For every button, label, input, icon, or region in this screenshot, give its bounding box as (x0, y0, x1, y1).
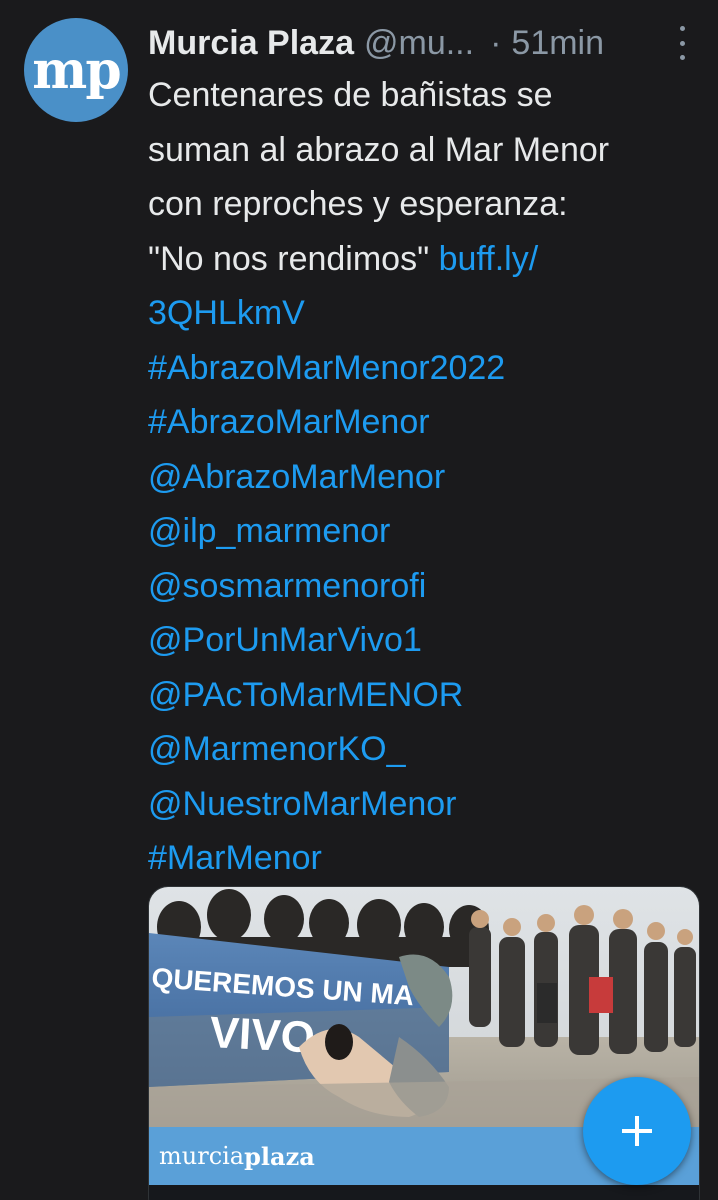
mention-link[interactable]: @PAcToMarMENOR (148, 668, 704, 723)
hashtag-link[interactable]: #AbrazoMarMenor2022 (148, 341, 704, 396)
mention-link[interactable]: @MarmenorKO_ (148, 722, 704, 777)
tweet-header: Murcia Plaza @mu... · 51min (148, 20, 708, 66)
tweet-text-line: suman al abrazo al Mar Menor (148, 130, 610, 169)
mention-link[interactable]: @AbrazoMarMenor (148, 450, 704, 505)
tweet-text-line: Centenares de bañistas se (148, 76, 553, 114)
mention-link[interactable]: @PorUnMarVivo1 (148, 613, 704, 668)
banner-text-bottom: VIVO (208, 1008, 316, 1062)
short-link[interactable]: buff.ly/ (439, 240, 539, 278)
tweet-text: Centenares de bañistas se suman al abraz… (148, 68, 704, 886)
mention-link[interactable]: @ilp_marmenor (148, 504, 704, 559)
tweet[interactable]: mp Murcia Plaza @mu... · 51min Centenare… (0, 0, 718, 1200)
short-link-continued[interactable]: 3QHLkmV (148, 286, 704, 341)
plus-icon (622, 1116, 652, 1146)
quote-text: "No nos rendimos" (148, 239, 430, 278)
separator-dot: · (490, 23, 502, 62)
compose-button[interactable] (583, 1077, 691, 1185)
avatar-logo-text: mp (32, 39, 121, 101)
hashtag-link[interactable]: #AbrazoMarMenor (148, 395, 704, 450)
tweet-text-line: "No nos rendimos" buff.ly/ (148, 232, 704, 287)
mention-link[interactable]: @sosmarmenorofi (148, 559, 704, 614)
author-name[interactable]: Murcia Plaza (148, 24, 354, 63)
avatar[interactable]: mp (24, 18, 128, 122)
hashtag-link[interactable]: #MarMenor (148, 831, 704, 886)
brand-name-part2: plaza (244, 1141, 315, 1171)
more-vertical-icon[interactable] (678, 26, 686, 60)
tweet-text-line: con reproches y esperanza: (148, 185, 568, 223)
mention-link[interactable]: @NuestroMarMenor (148, 777, 704, 832)
author-handle[interactable]: @mu... (364, 24, 474, 63)
brand-name-part1: murcia (159, 1142, 245, 1170)
tweet-time[interactable]: 51min (511, 24, 604, 63)
card-footer (149, 1185, 699, 1200)
